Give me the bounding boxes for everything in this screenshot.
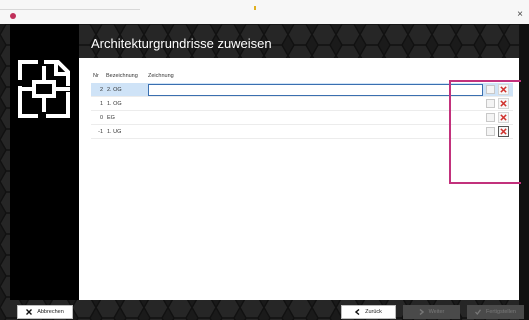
zeichnung-field[interactable] [148, 126, 483, 138]
dialog-header: Architekturgrundrisse zuweisen [79, 24, 519, 58]
check-icon [475, 309, 482, 315]
row-nr: 0 [99, 115, 103, 121]
row-bezeichnung: 2. OG [107, 87, 122, 93]
dialog-window: Architekturgrundrisse zuweisen Nr Bezeic… [0, 24, 529, 320]
next-button[interactable]: Weiter [403, 305, 460, 319]
floorplan-logo-icon [18, 60, 70, 118]
close-icon [26, 309, 33, 315]
row-nr: -1 [98, 129, 103, 135]
row-nr: 2 [99, 87, 103, 93]
highlight-frame [449, 80, 521, 184]
close-window-button[interactable]: × [517, 10, 523, 20]
row-bezeichnung: 1. UG [107, 129, 122, 135]
left-panel [10, 24, 79, 300]
dialog-footer: Abbrechen Zurück Weiter Fertigstellen [0, 300, 529, 320]
title-bar: × [0, 0, 529, 24]
chevron-right-icon [419, 309, 424, 315]
app-icon [10, 13, 16, 19]
next-label: Weiter [428, 309, 445, 315]
column-header-bezeichnung[interactable]: Bezeichnung [106, 73, 138, 79]
title-bar-marker [254, 6, 256, 10]
finish-label: Fertigstellen [486, 309, 516, 315]
back-button[interactable]: Zurück [341, 305, 396, 319]
row-bezeichnung: 1. OG [107, 101, 122, 107]
cancel-label: Abbrechen [37, 309, 64, 315]
cancel-button[interactable]: Abbrechen [17, 305, 73, 319]
column-header-zeichnung[interactable]: Zeichnung [148, 73, 174, 79]
back-label: Zurück [365, 309, 382, 315]
zeichnung-field[interactable] [148, 98, 483, 110]
chevron-left-icon [355, 309, 360, 315]
row-bezeichnung: EG [107, 115, 115, 121]
row-nr: 1 [99, 101, 103, 107]
title-bar-line [0, 9, 140, 10]
page-title: Architekturgrundrisse zuweisen [91, 36, 272, 51]
column-header-nr[interactable]: Nr [93, 73, 99, 79]
zeichnung-field[interactable] [148, 112, 483, 124]
finish-button[interactable]: Fertigstellen [467, 305, 524, 319]
zeichnung-field[interactable] [148, 84, 483, 96]
